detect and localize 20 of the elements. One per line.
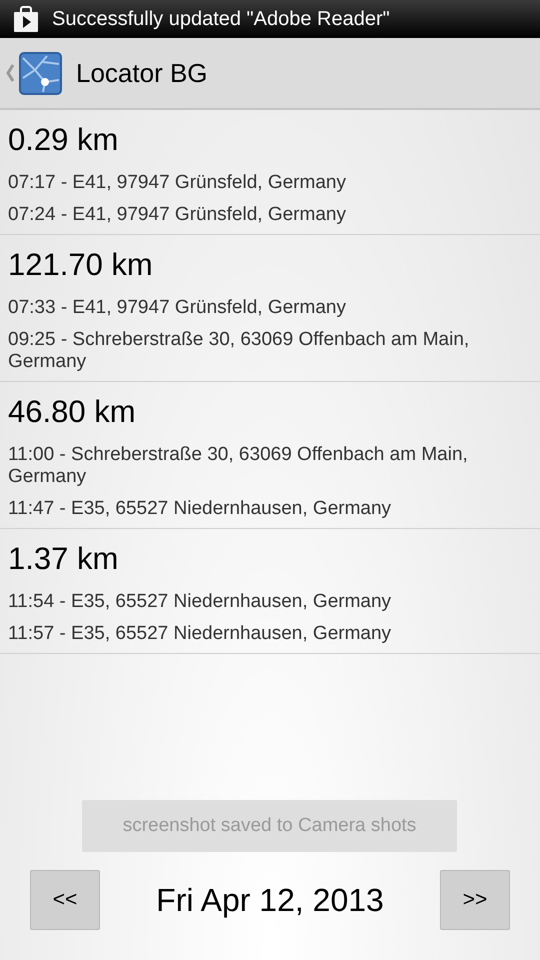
stop-entry: 11:00 - Schreberstraße 30, 63069 Offenbach am Main, Germany xyxy=(8,444,469,488)
app-title: Locator BG xyxy=(76,56,208,90)
trip-distance: 1.37 km xyxy=(8,540,120,578)
stop-entry: 07:17 - E41, 97947 Grünsfeld, Germany xyxy=(8,172,347,194)
date-label: Fri Apr 12, 2013 xyxy=(156,881,384,920)
stop-entry: 09:25 - Schreberstraße 30, 63069 Offenbach am Main, Germany xyxy=(8,329,470,373)
play-store-icon xyxy=(12,5,40,33)
stop-entry: 07:24 - E41, 97947 Grünsfeld, Germany xyxy=(8,204,347,226)
map-icon[interactable] xyxy=(19,52,62,94)
stop-entry: 11:57 - E35, 65527 Niedernhausen, Germany xyxy=(8,623,392,645)
stop-entry: 07:33 - E41, 97947 Grünsfeld, Germany xyxy=(8,297,347,319)
trip-distance: 46.80 km xyxy=(8,393,137,431)
notification-text: Successfully updated "Adobe Reader" xyxy=(52,7,390,32)
stop-entry: 11:54 - E35, 65527 Niedernhausen, Germany xyxy=(8,591,392,613)
previous-day-button[interactable]: << xyxy=(30,870,100,930)
stop-entry: 11:47 - E35, 65527 Niedernhausen, Germany xyxy=(8,498,392,520)
toast-message: screenshot saved to Camera shots xyxy=(82,800,457,852)
trip-distance: 0.29 km xyxy=(8,121,120,159)
trip-distance: 121.70 km xyxy=(8,246,154,284)
next-day-button[interactable]: >> xyxy=(440,870,510,930)
